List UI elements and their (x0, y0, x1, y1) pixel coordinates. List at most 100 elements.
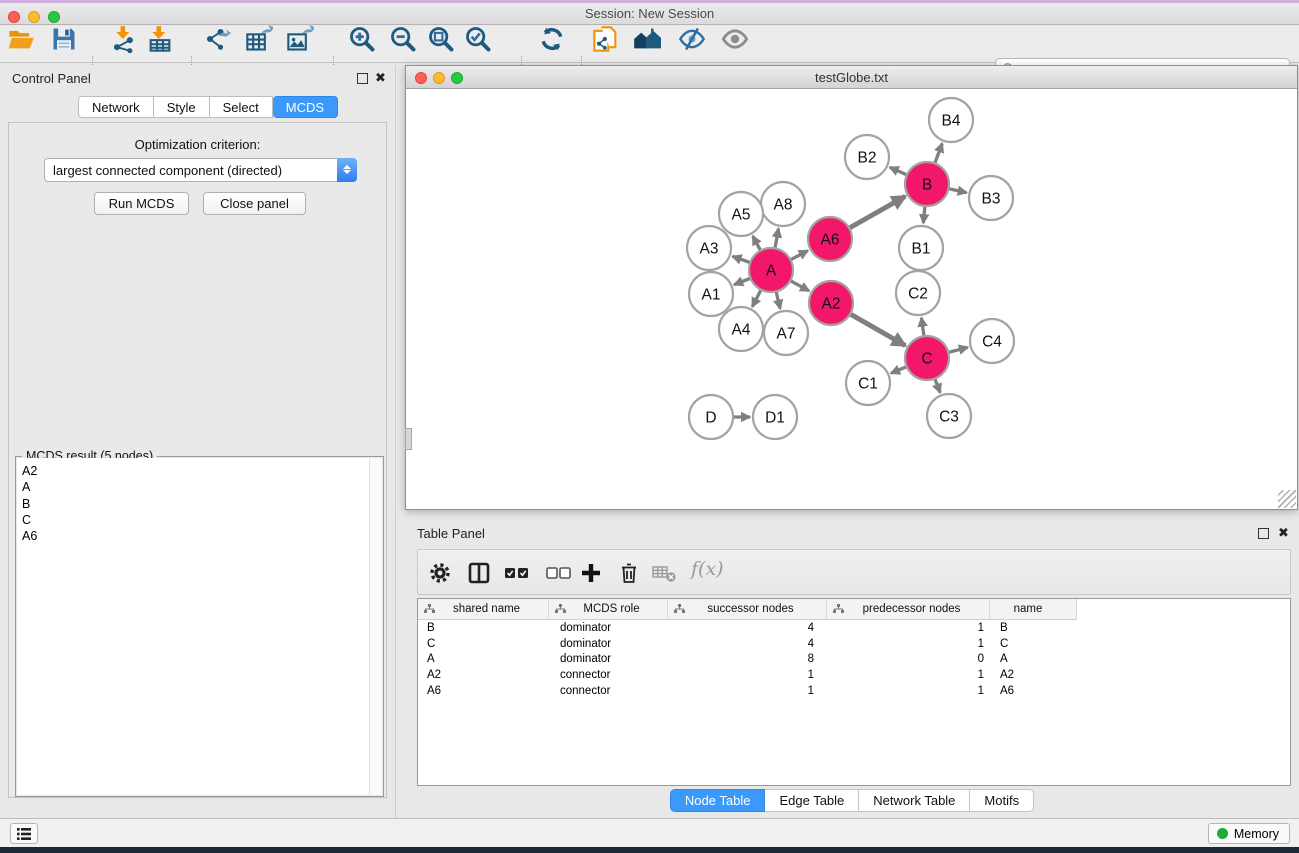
node-A5[interactable]: A5 (719, 192, 763, 236)
tab-style[interactable]: Style (154, 96, 210, 118)
edge-A-A6[interactable] (789, 251, 808, 261)
table-row[interactable]: Adominator80A (418, 652, 1290, 668)
node-A6[interactable]: A6 (808, 217, 852, 261)
close-panel-icon[interactable]: ✖ (375, 70, 386, 86)
node-D[interactable]: D (689, 395, 733, 439)
cell[interactable]: A2 (418, 669, 549, 681)
zoom-in-icon[interactable] (348, 25, 376, 53)
node-A4[interactable]: A4 (719, 307, 763, 351)
home-icon[interactable] (633, 25, 661, 53)
cell[interactable]: C (990, 638, 1077, 650)
cell[interactable]: 4 (668, 638, 827, 650)
edge-A-A4[interactable] (752, 288, 762, 307)
zoom-fit-icon[interactable] (427, 25, 455, 53)
node-A1[interactable]: A1 (689, 272, 733, 316)
zoom-network-window-icon[interactable] (451, 72, 463, 84)
close-table-panel-icon[interactable]: ✖ (1278, 525, 1289, 541)
zoom-selected-icon[interactable] (464, 25, 492, 53)
tab-mcds[interactable]: MCDS (273, 96, 338, 118)
column-view-icon[interactable] (467, 561, 491, 585)
settings-gear-icon[interactable] (428, 561, 452, 585)
node-table[interactable]: shared nameMCDS rolesuccessor nodesprede… (417, 598, 1291, 786)
node-C[interactable]: C (905, 336, 949, 380)
network-navigator-handle[interactable] (405, 428, 412, 450)
cell[interactable]: C (418, 638, 549, 650)
cell[interactable]: 1 (668, 685, 827, 697)
node-D1[interactable]: D1 (753, 395, 797, 439)
column-header-name[interactable]: name (990, 599, 1077, 620)
node-B1[interactable]: B1 (899, 226, 943, 270)
table-row[interactable]: A2connector11A2 (418, 667, 1290, 683)
cell[interactable]: B (990, 622, 1077, 634)
add-column-icon[interactable] (579, 561, 603, 585)
cell[interactable]: dominator (549, 638, 668, 650)
network-graph[interactable]: B4B2BB3A8A5A6A3B1AA1C2A2A4A7C4CC1C3DD1 (406, 89, 1297, 509)
cell[interactable]: dominator (549, 622, 668, 634)
node-B2[interactable]: B2 (845, 135, 889, 179)
edge-A-A8[interactable] (775, 229, 779, 251)
run-mcds-button[interactable]: Run MCDS (94, 192, 189, 215)
tab-motifs[interactable]: Motifs (970, 789, 1034, 812)
edge-A6-B[interactable] (847, 196, 905, 229)
export-table-icon[interactable] (245, 25, 273, 53)
function-builder-icon[interactable]: f(x) (691, 558, 724, 580)
zoom-out-icon[interactable] (389, 25, 417, 53)
task-history-button[interactable] (10, 823, 38, 844)
cell[interactable]: 1 (827, 685, 990, 697)
tab-network[interactable]: Network (78, 96, 154, 118)
refresh-layout-icon[interactable] (538, 25, 566, 53)
mcds-result-item[interactable]: A2 (17, 463, 382, 479)
cell[interactable]: 1 (827, 638, 990, 650)
node-A3[interactable]: A3 (687, 226, 731, 270)
copy-network-icon[interactable] (592, 25, 620, 53)
edge-B-B4[interactable] (934, 143, 942, 165)
column-header-successor-nodes[interactable]: successor nodes (668, 599, 827, 620)
node-C2[interactable]: C2 (896, 271, 940, 315)
tab-edge-table[interactable]: Edge Table (765, 789, 859, 812)
deselect-all-checkboxes-icon[interactable] (545, 561, 573, 585)
cell[interactable]: B (418, 622, 549, 634)
export-image-icon[interactable] (286, 25, 314, 53)
cell[interactable]: connector (549, 669, 668, 681)
import-network-icon[interactable] (110, 25, 138, 53)
minimize-window-icon[interactable] (28, 11, 40, 23)
node-B3[interactable]: B3 (969, 176, 1013, 220)
table-row[interactable]: Bdominator41B (418, 620, 1290, 636)
delete-table-icon[interactable] (652, 565, 678, 583)
edge-B-B2[interactable] (890, 167, 909, 176)
node-C3[interactable]: C3 (927, 394, 971, 438)
column-header-MCDS-role[interactable]: MCDS role (549, 599, 668, 620)
node-B[interactable]: B (905, 162, 949, 206)
node-A[interactable]: A (749, 248, 793, 292)
gray-eye-icon[interactable] (721, 25, 749, 53)
cell[interactable]: 1 (668, 669, 827, 681)
float-table-panel-icon[interactable] (1258, 528, 1269, 539)
table-row[interactable]: Cdominator41C (418, 636, 1290, 652)
open-file-icon[interactable] (7, 25, 35, 53)
close-panel-button[interactable]: Close panel (203, 192, 306, 215)
tab-network-table[interactable]: Network Table (859, 789, 970, 812)
cell[interactable]: 1 (827, 669, 990, 681)
criterion-dropdown[interactable]: largest connected component (directed) (44, 158, 357, 182)
node-C4[interactable]: C4 (970, 319, 1014, 363)
node-A8[interactable]: A8 (761, 182, 805, 226)
cell[interactable]: A (418, 653, 549, 665)
mcds-result-item[interactable]: C (17, 512, 382, 528)
cell[interactable]: connector (549, 685, 668, 697)
zoom-window-icon[interactable] (48, 11, 60, 23)
cell[interactable]: A6 (990, 685, 1077, 697)
edge-A2-C[interactable] (848, 313, 905, 346)
column-header-predecessor-nodes[interactable]: predecessor nodes (827, 599, 990, 620)
window-resize-grip[interactable] (1278, 490, 1296, 508)
delete-column-icon[interactable] (617, 561, 641, 585)
edge-C-C4[interactable] (946, 347, 967, 353)
tab-select[interactable]: Select (210, 96, 273, 118)
export-network-icon[interactable] (203, 25, 231, 53)
mcds-list-scrollbar[interactable] (369, 458, 382, 795)
select-all-checkboxes-icon[interactable] (503, 561, 531, 585)
mcds-result-item[interactable]: A6 (17, 528, 382, 544)
cell[interactable]: 0 (827, 653, 990, 665)
import-table-icon[interactable] (146, 25, 174, 53)
cell[interactable]: 1 (827, 622, 990, 634)
cell[interactable]: A6 (418, 685, 549, 697)
